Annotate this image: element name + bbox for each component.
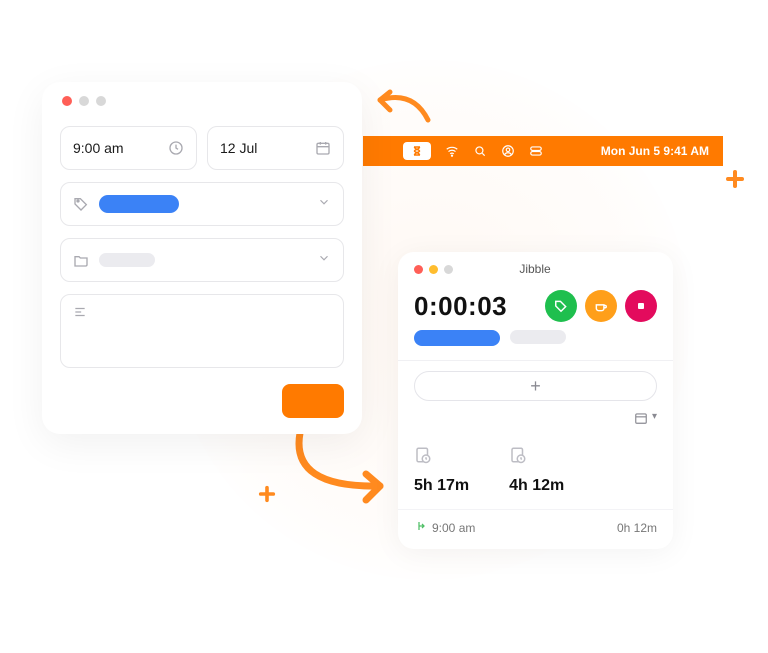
- entry-time: 9:00 am: [432, 521, 475, 535]
- app-menubar-icon[interactable]: [403, 142, 431, 160]
- sparkle-icon: [259, 486, 275, 502]
- notes-textarea[interactable]: [60, 294, 344, 368]
- submit-button[interactable]: [282, 384, 344, 418]
- timesheet-icon: [509, 446, 564, 469]
- minimize-dot[interactable]: [429, 265, 438, 274]
- date-value: 12 Jul: [220, 140, 257, 156]
- project-dropdown[interactable]: [60, 238, 344, 282]
- curved-arrow-icon: [280, 428, 400, 518]
- window-controls: [414, 265, 453, 274]
- clock-icon: [168, 140, 184, 156]
- tag-button[interactable]: [545, 290, 577, 322]
- clock-in-icon: [414, 520, 426, 535]
- zoom-dot[interactable]: [96, 96, 106, 106]
- stop-button[interactable]: [625, 290, 657, 322]
- chevron-down-icon[interactable]: ▾: [652, 411, 657, 430]
- stat-value: 5h 17m: [414, 477, 469, 495]
- search-icon[interactable]: [473, 144, 487, 158]
- break-button[interactable]: [585, 290, 617, 322]
- chevron-down-icon: [317, 195, 331, 214]
- folder-icon: [73, 252, 89, 268]
- active-tag-pill[interactable]: [414, 330, 500, 346]
- app-title: Jibble: [453, 262, 617, 276]
- plus-icon: +: [530, 376, 541, 397]
- minimize-dot[interactable]: [79, 96, 89, 106]
- stat-block: 4h 12m: [509, 446, 564, 495]
- time-entry-panel: 9:00 am 12 Jul: [42, 82, 362, 434]
- close-dot[interactable]: [62, 96, 72, 106]
- time-value: 9:00 am: [73, 140, 124, 156]
- calendar-icon[interactable]: [634, 411, 648, 430]
- selected-tag-pill: [99, 195, 179, 213]
- zoom-dot[interactable]: [444, 265, 453, 274]
- user-icon[interactable]: [501, 144, 515, 158]
- wifi-icon[interactable]: [445, 144, 459, 158]
- control-center-icon[interactable]: [529, 144, 543, 158]
- stat-block: 5h 17m: [414, 446, 469, 495]
- time-entry-row[interactable]: 9:00 am 0h 12m: [398, 509, 673, 549]
- entry-duration: 0h 12m: [617, 521, 657, 535]
- timer-app-panel: Jibble 0:00:03 + ▾: [398, 252, 673, 549]
- selected-project-pill: [99, 253, 155, 267]
- time-input[interactable]: 9:00 am: [60, 126, 197, 170]
- secondary-pill[interactable]: [510, 330, 566, 344]
- close-dot[interactable]: [414, 265, 423, 274]
- add-entry-button[interactable]: +: [414, 371, 657, 401]
- tag-dropdown[interactable]: [60, 182, 344, 226]
- window-controls: [60, 96, 344, 106]
- curved-arrow-icon: [368, 80, 438, 130]
- menubar-datetime[interactable]: Mon Jun 5 9:41 AM: [601, 144, 709, 158]
- tag-icon: [73, 196, 89, 212]
- timer-display: 0:00:03: [414, 291, 507, 322]
- date-input[interactable]: 12 Jul: [207, 126, 344, 170]
- timesheet-icon: [414, 446, 469, 469]
- stat-value: 4h 12m: [509, 477, 564, 495]
- calendar-icon: [315, 140, 331, 156]
- notes-icon: [73, 305, 331, 319]
- mac-menubar: Mon Jun 5 9:41 AM: [363, 136, 723, 166]
- sparkle-icon: [726, 170, 744, 188]
- chevron-down-icon: [317, 251, 331, 270]
